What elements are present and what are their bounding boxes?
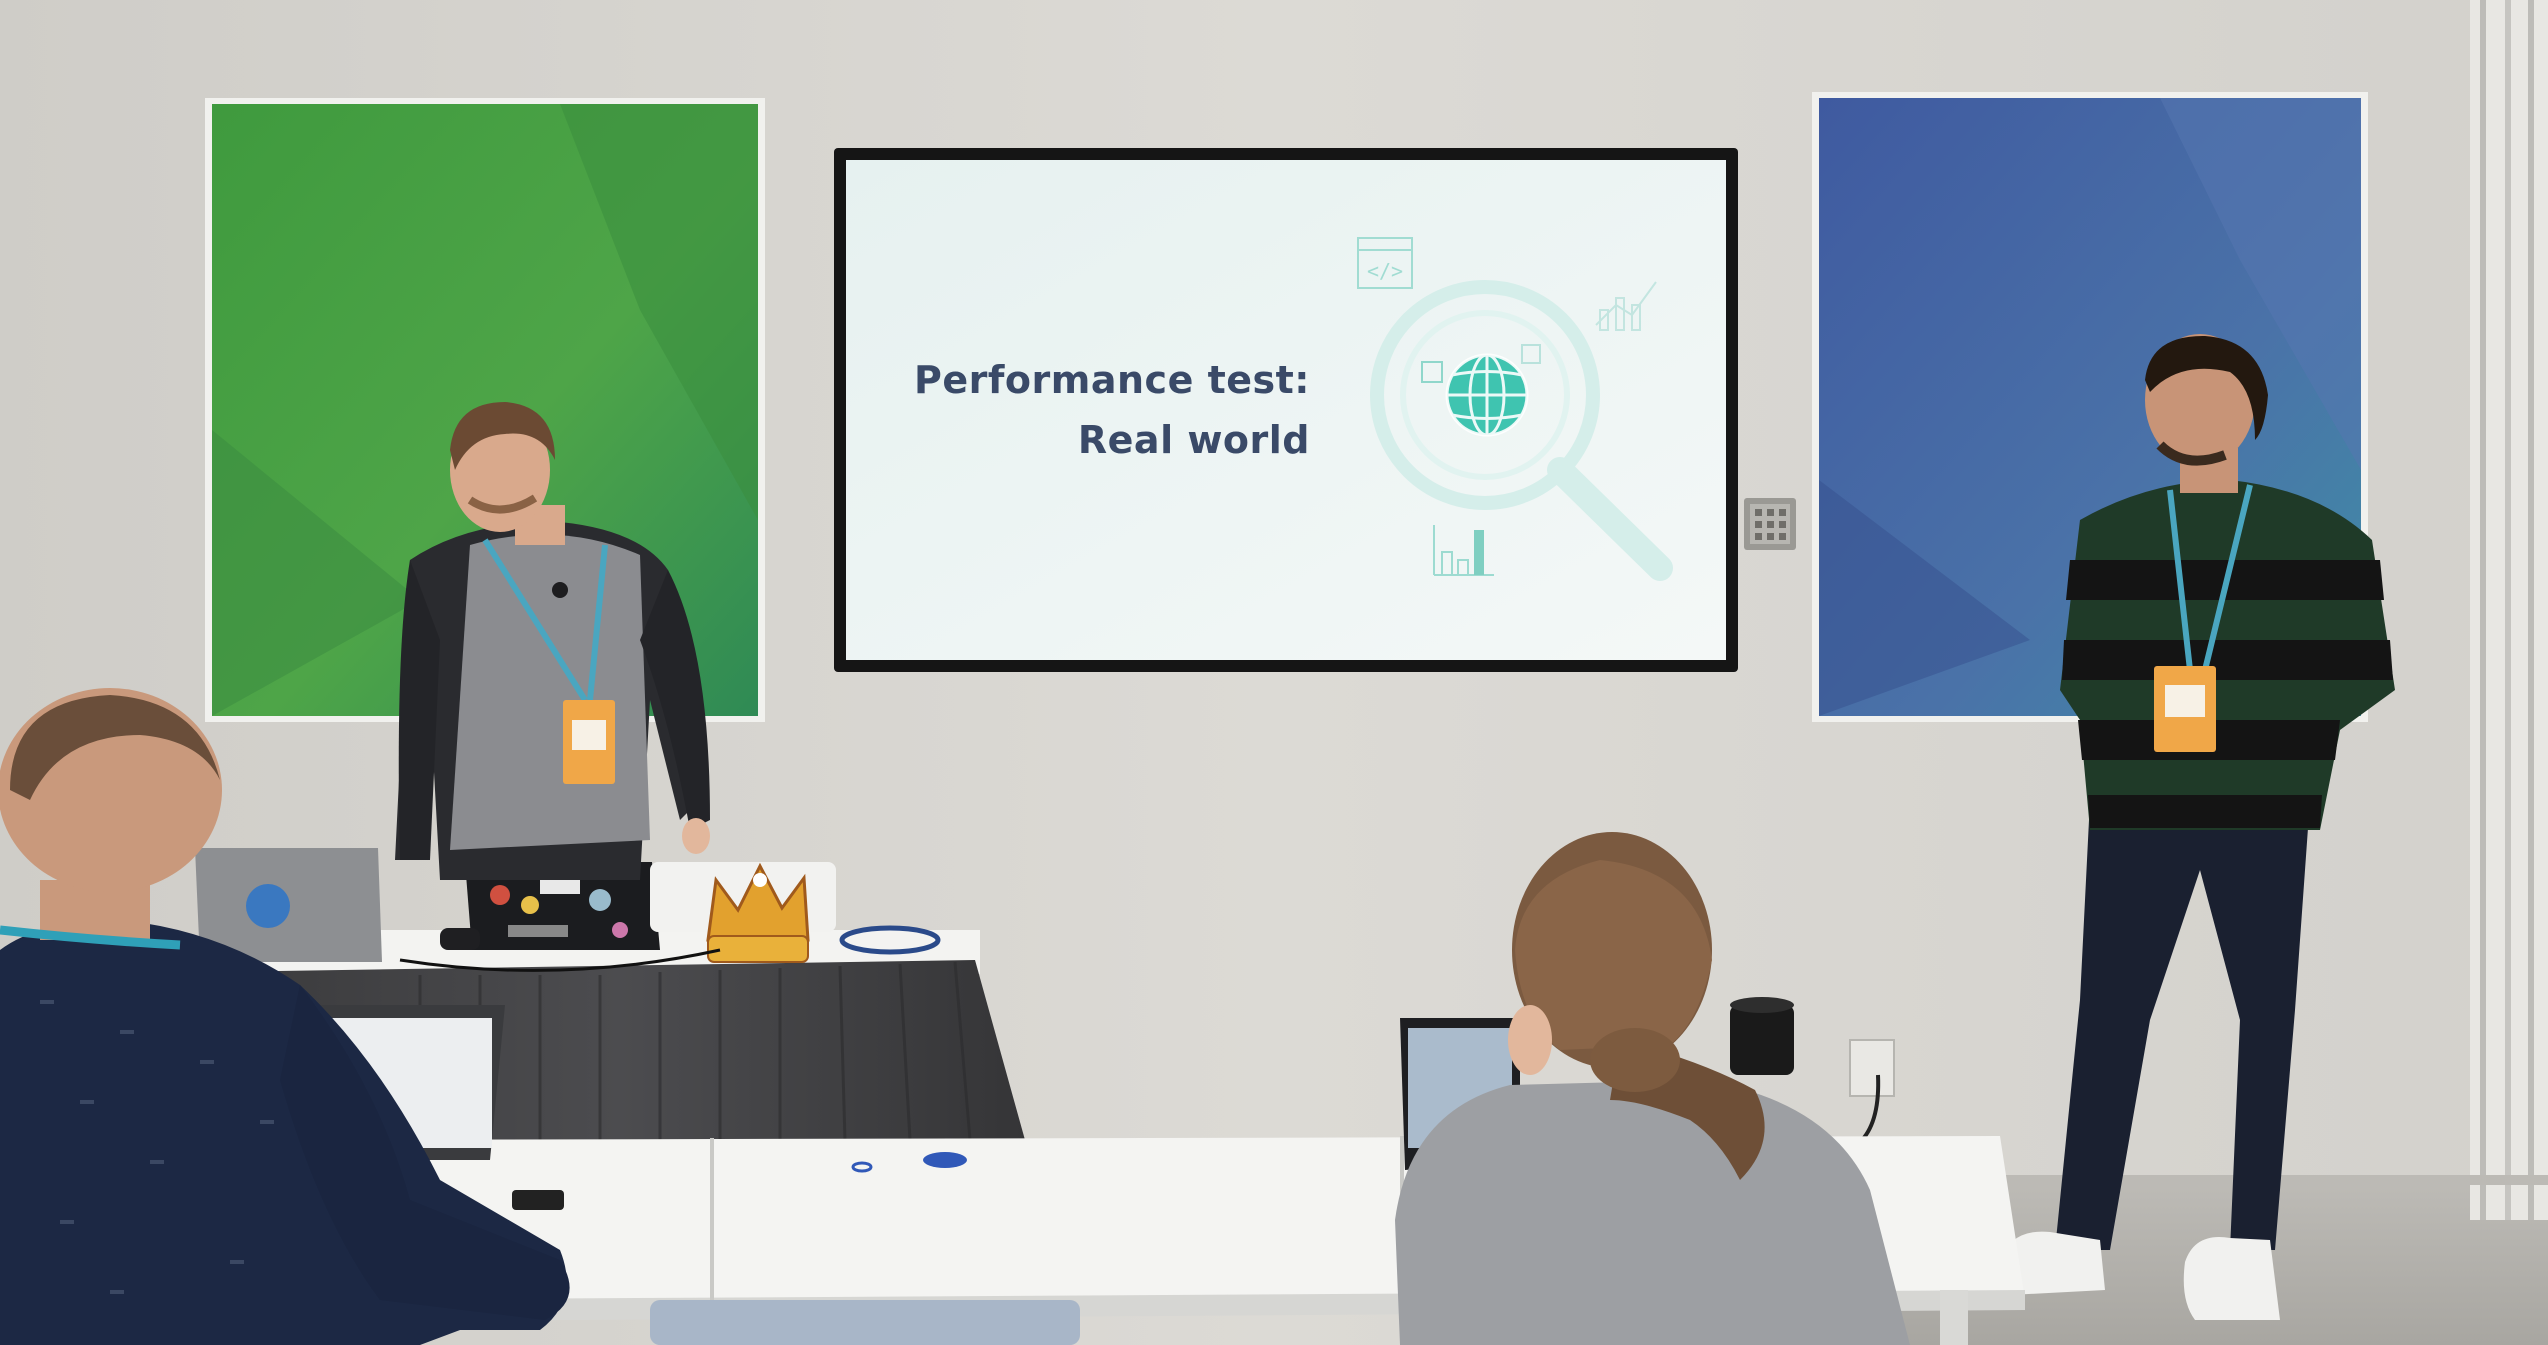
slide-title-line-2: Real world [1077,418,1310,462]
room-illustration: </> [0,0,2548,1345]
globe-icon [1445,353,1529,437]
slide-title-line-1: Performance test: [914,358,1310,402]
wall-keypad [1744,498,1796,550]
svg-text:</>: </> [1367,259,1403,283]
wall-outlet [1849,1039,1895,1097]
slide-title: Performance test: Real world [860,350,1310,470]
photo-scene: </> Performance test: Real world [0,0,2548,1345]
